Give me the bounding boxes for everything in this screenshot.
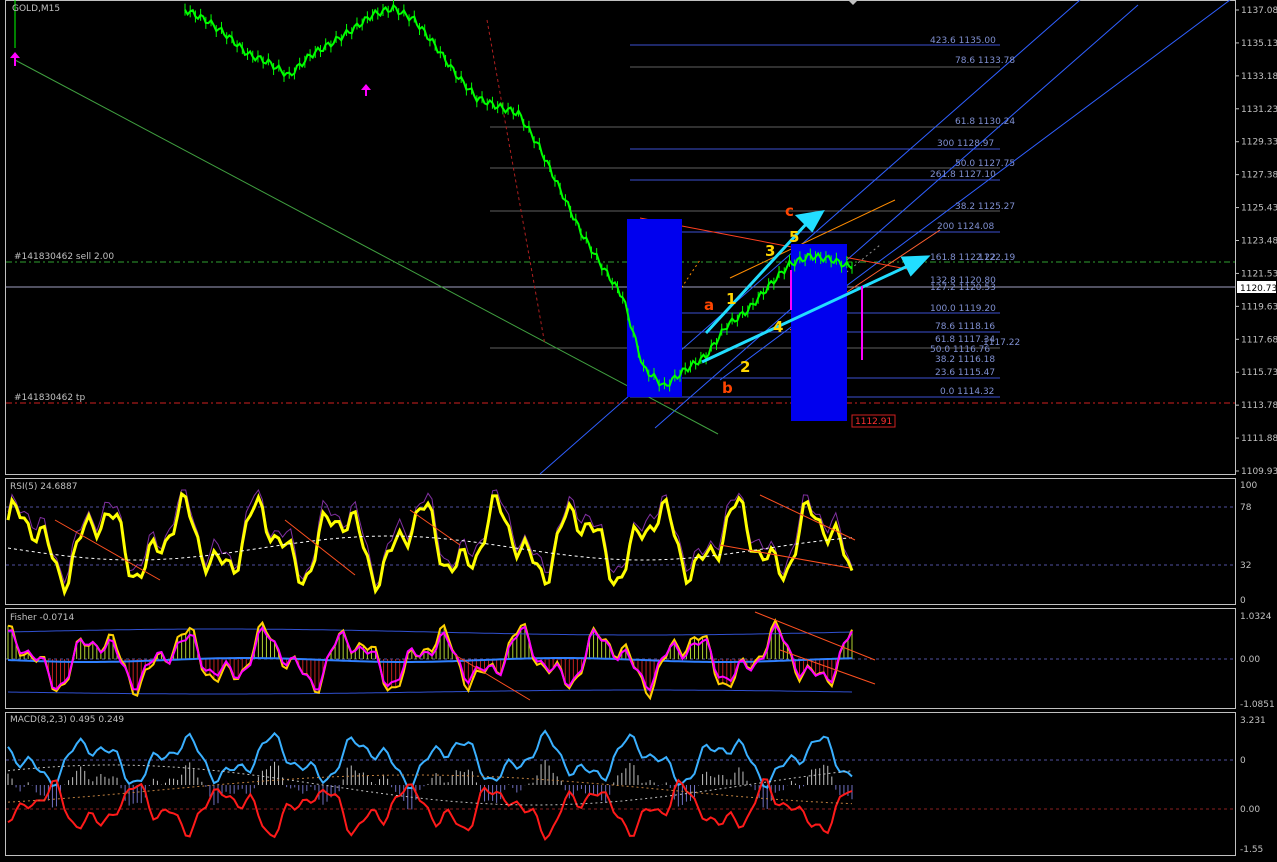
svg-text:0: 0 [1240,596,1246,606]
price-tick-label: 1109.93 [1241,467,1277,477]
macd-signal-dash [7,764,853,806]
supply-box-right[interactable] [791,244,847,421]
sell-order-label: #141830462 sell 2.00 [14,252,114,262]
chart-shift-marker[interactable] [848,0,858,5]
svg-text:0.00: 0.00 [1240,655,1260,665]
price-tick-label: 1121.53 [1241,269,1277,279]
fib-label: 200 1124.08 [937,222,995,232]
fib-label: 78.6 1133.78 [955,56,1015,66]
price-tick-label: 1111.88 [1241,434,1277,444]
fib-label: 61.8 1130.24 [955,117,1015,127]
fib-label: 50.0 1116.76 [930,345,990,355]
fisher-panel[interactable]: Fisher -0.0714 1.0324 0.00 -1.0851 [6,611,1275,710]
tp-order-label: #141830462 tp [14,393,85,403]
fib-label: 100.0 1119.20 [930,304,996,314]
svg-text:1112.91: 1112.91 [855,417,892,427]
price-tick-label: 1113.78 [1241,401,1277,411]
fib-labels: 423.6 1135.00 78.6 1133.78 61.8 1130.24 … [930,36,1020,397]
svg-text:1.0324: 1.0324 [1240,612,1272,622]
svg-text:100: 100 [1240,481,1257,491]
svg-text:1120.73: 1120.73 [1240,284,1277,294]
fib-label: 38.2 1116.18 [935,355,995,365]
fib-levels [490,44,1000,398]
macd-signal-dash-2 [7,774,853,805]
rsi-title: RSI(5) 24.6887 [10,482,77,492]
svg-text:-1.55: -1.55 [1240,845,1263,855]
fib-label: 300 1128.97 [937,139,994,149]
svg-text:0.00: 0.00 [1240,805,1260,815]
fib-label: 23.6 1115.47 [935,368,995,378]
macd-histogram [7,759,853,810]
pink-markers [10,52,863,360]
price-tick-label: 1117.68 [1241,335,1277,345]
supply-box-left[interactable] [627,219,682,397]
wave-labels: a b c 1 2 3 4 5 [704,202,799,397]
price-tick-label: 1137.08 [1241,6,1277,16]
price-tick-label: 1129.33 [1241,138,1277,148]
svg-text:3.231: 3.231 [1240,716,1266,726]
rsi-panel[interactable]: RSI(5) 24.6887 100 78 32 0 [6,481,1257,606]
fib-label: 423.6 1135.00 [930,36,996,46]
rsi-line [6,491,854,597]
price-axis[interactable]: 1137.08 1135.13 1133.18 1131.23 1129.33 1127.… [1235,6,1277,477]
chart-symbol-title: GOLD,M15 [12,4,60,14]
svg-text:78: 78 [1240,503,1252,513]
svg-text:0: 0 [1240,756,1246,766]
main-price-panel[interactable]: a b c 1 2 3 4 5 423.6 1135.00 78.6 1133.… [6,0,1277,477]
price-tick-label: 1115.73 [1241,368,1277,378]
price-line [184,3,853,387]
macd-title: MACD(8,2,3) 0.495 0.249 [10,715,124,725]
wave-label-5: 5 [789,228,799,246]
macd-panel[interactable]: MACD(8,2,3) 0.495 0.249 3.231 0 0.00 -1.… [6,715,1266,855]
fib-label: 127.2 1120.53 [930,283,996,293]
rsi-axis: 100 78 32 0 [1240,481,1257,606]
price-tick-label: 1119.63 [1241,302,1277,312]
fib-label: 261.8 1127.10 [930,170,996,180]
fib-label: 78.6 1118.16 [935,322,995,332]
wave-label-b: b [722,379,733,397]
wave-label-1: 1 [726,290,736,308]
price-tick-label: 1131.23 [1241,105,1277,115]
panel-frames [5,0,1236,856]
fisher-band-bottom [7,689,853,695]
macd-axis: 3.231 0 0.00 -1.55 [1240,716,1266,855]
fib-label: 1122.19 [978,253,1015,263]
svg-text:-1.0851: -1.0851 [1240,700,1275,710]
wave-label-c: c [785,202,794,220]
price-candles [14,0,853,392]
fisher-title: Fisher -0.0714 [10,613,75,623]
fisher-axis: 1.0324 0.00 -1.0851 [1240,612,1275,710]
fib-label: 50.0 1127.75 [955,159,1015,169]
wave-label-3: 3 [765,242,775,260]
svg-text:32: 32 [1240,561,1251,571]
wave-label-2: 2 [740,358,750,376]
fib-label: 38.2 1125.27 [955,202,1015,212]
price-tick-label: 1135.13 [1241,39,1277,49]
stop-price-tag[interactable]: 1112.91 [851,414,896,428]
fisher-band-top [7,628,853,636]
price-tick-label: 1133.18 [1241,72,1277,82]
trading-chart-window[interactable]: a b c 1 2 3 4 5 423.6 1135.00 78.6 1133.… [0,0,1277,862]
fib-label: 0.0 1114.32 [940,387,994,397]
price-tick-label: 1127.38 [1241,171,1277,181]
rsi-ma-line [7,535,853,561]
wave-label-4: 4 [773,318,783,336]
price-tick-label: 1123.48 [1241,237,1277,247]
wave-label-a: a [704,296,714,314]
price-tick-label: 1125.43 [1241,204,1277,214]
current-price-tag: 1120.73 [1237,281,1277,294]
